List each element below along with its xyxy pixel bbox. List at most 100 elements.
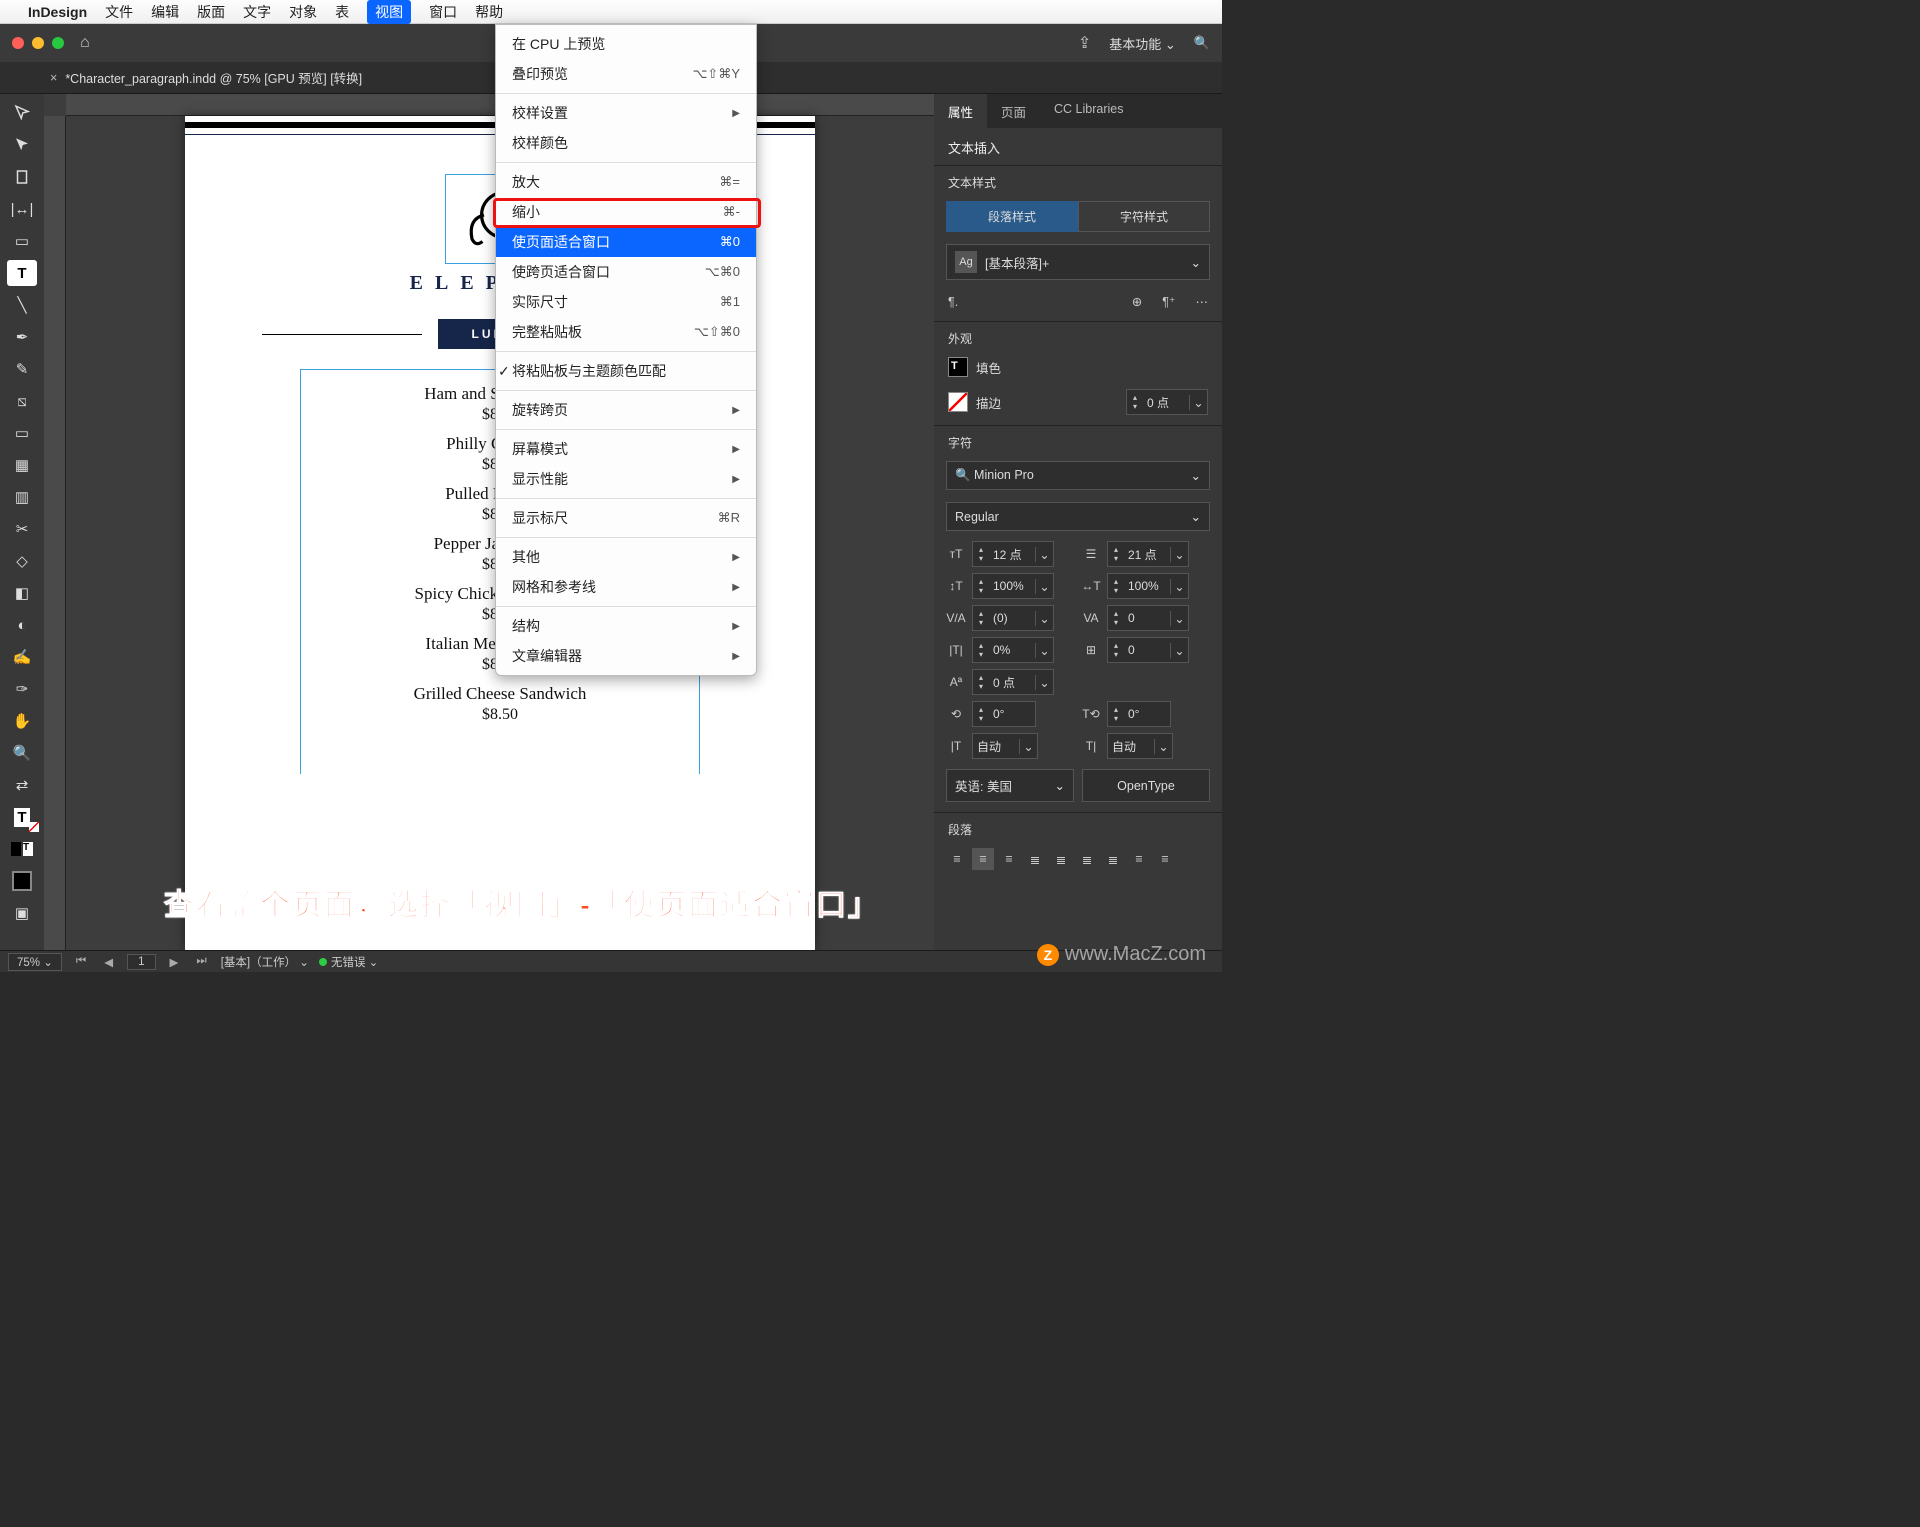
opentype-button[interactable]: OpenType [1082,769,1210,802]
more-options-icon[interactable]: ⋯ [1196,294,1209,309]
view-menu-item[interactable]: 网格和参考线 [496,572,756,602]
pen-tool[interactable]: ✒ [7,324,37,350]
align-right-icon[interactable]: ≡ [998,848,1020,870]
view-menu-item[interactable]: 屏幕模式 [496,434,756,464]
justify-center-icon[interactable]: ≣ [1050,848,1072,870]
rotate-field[interactable]: ▴▾ [972,701,1036,727]
free-transform-tool[interactable]: ◇ [7,548,37,574]
view-menu-item[interactable]: 校样设置 [496,98,756,128]
align-away-spine-icon[interactable]: ≡ [1154,848,1176,870]
content-collector-tool[interactable]: ▭ [7,228,37,254]
view-menu-item[interactable]: 在 CPU 上预览 [496,29,756,59]
align-toward-spine-icon[interactable]: ≡ [1128,848,1150,870]
next-page-button[interactable]: ▶ [166,955,183,969]
character-style-tab[interactable]: 字符样式 [1078,201,1210,232]
language-dropdown[interactable]: 英语: 美国⌄ [946,769,1074,802]
close-window-button[interactable] [12,37,24,49]
menu-file[interactable]: 文件 [105,2,133,22]
format-text-icon[interactable]: T [7,804,37,830]
type-tool[interactable]: T [7,260,37,286]
minimize-window-button[interactable] [32,37,44,49]
menu-help[interactable]: 帮助 [475,2,503,22]
grid2-tool[interactable]: ▥ [7,484,37,510]
gradient-swatch-tool[interactable]: ◧ [7,580,37,606]
status-profile[interactable]: [基本]（工作） ⌄ [221,954,309,970]
view-menu-item[interactable]: 实际尺寸⌘1 [496,287,756,317]
stroke-swatch[interactable] [948,392,968,412]
justify-left-icon[interactable]: ≣ [1024,848,1046,870]
auto2-field[interactable]: ⌄ [1107,733,1173,759]
app-name[interactable]: InDesign [28,4,87,20]
share-icon[interactable]: ⇪ [1078,33,1091,53]
rectangle-frame-tool[interactable]: ⧅ [7,388,37,414]
direct-selection-tool[interactable] [7,132,37,158]
view-menu-item[interactable]: 显示标尺⌘R [496,503,756,533]
zoom-window-button[interactable] [52,37,64,49]
view-menu-item[interactable]: 结构 [496,611,756,641]
align-left-icon[interactable]: ≡ [946,848,968,870]
font-family-dropdown[interactable]: 🔍 Minion Pro⌄ [946,461,1210,490]
align-center-icon[interactable]: ≡ [972,848,994,870]
gap-tool[interactable]: |↔| [7,196,37,222]
hscale-field[interactable]: ▴▾⌄ [1107,573,1189,599]
view-menu-item[interactable]: 显示性能 [496,464,756,494]
prev-page-button[interactable]: ◀ [100,955,117,969]
scissors-tool[interactable]: ✂ [7,516,37,542]
pencil-tool[interactable]: ✎ [7,356,37,382]
hand-tool[interactable]: ✋ [7,708,37,734]
preflight-status[interactable]: 无错误 ⌄ [319,954,378,970]
view-menu-item[interactable]: 文章编辑器 [496,641,756,671]
document-tab[interactable]: × *Character_paragraph.indd @ 75% [GPU 预… [50,68,362,87]
menu-view[interactable]: 视图 [367,0,411,24]
menu-type[interactable]: 文字 [243,2,271,22]
gradient-feather-tool[interactable]: ◐ [7,612,37,638]
menu-edit[interactable]: 编辑 [151,2,179,22]
vscale-field[interactable]: ▴▾⌄ [972,573,1054,599]
auto1-field[interactable]: ⌄ [972,733,1038,759]
font-weight-dropdown[interactable]: Regular⌄ [946,502,1210,531]
search-icon[interactable]: 🔍 [1194,35,1210,51]
line-tool[interactable]: ╲ [7,292,37,318]
current-style-dropdown[interactable]: Ag[基本段落]+ ⌄ [946,244,1210,280]
last-page-button[interactable]: ⏭ [192,955,210,968]
menu-window[interactable]: 窗口 [429,2,457,22]
menu-layout[interactable]: 版面 [197,2,225,22]
skew-field[interactable]: ▴▾⌄ [1107,637,1189,663]
tab-pages[interactable]: 页面 [987,94,1040,128]
stroke-weight-field[interactable]: ▴▾⌄ [1126,389,1208,415]
note-tool[interactable]: ✍ [7,644,37,670]
page-number-field[interactable]: 1 [127,954,155,970]
rectangle-tool[interactable]: ▭ [7,420,37,446]
view-menu-item[interactable]: 使跨页适合窗口⌥⌘0 [496,257,756,287]
page-tool[interactable] [7,164,37,190]
home-icon[interactable]: ⌂ [80,34,90,52]
view-menu-item[interactable]: 将粘贴板与主题颜色匹配 [496,356,756,386]
menu-object[interactable]: 对象 [289,2,317,22]
clear-override-icon[interactable]: ¶⁺ [1162,294,1175,309]
first-page-button[interactable]: ⏮ [72,955,90,968]
leading-field[interactable]: ▴▾⌄ [1107,541,1189,567]
menu-table[interactable]: 表 [335,2,349,22]
char-rotate-field[interactable]: ▴▾ [1107,701,1171,727]
shift-field[interactable]: ▴▾⌄ [972,669,1054,695]
tracking-field[interactable]: ▴▾⌄ [1107,605,1189,631]
default-fill-stroke[interactable] [7,868,37,894]
apply-color-icon[interactable]: T [7,836,37,862]
view-menu-item[interactable]: 放大⌘= [496,167,756,197]
eyedropper-tool[interactable]: ✑ [7,676,37,702]
screen-mode-icon[interactable]: ▣ [7,900,37,926]
workspace-switcher[interactable]: 基本功能 ⌄ [1109,34,1176,53]
new-style-icon[interactable]: ⊕ [1132,294,1142,309]
zoom-tool[interactable]: 🔍 [7,740,37,766]
view-menu-item[interactable]: 校样颜色 [496,128,756,158]
fill-stroke-swap[interactable]: ⇄ [7,772,37,798]
baseline-field[interactable]: ▴▾⌄ [972,637,1054,663]
ruler-vertical[interactable] [44,116,66,950]
grid-tool[interactable]: ▦ [7,452,37,478]
view-menu-item[interactable]: 其他 [496,542,756,572]
justify-all-icon[interactable]: ≣ [1102,848,1124,870]
zoom-level-field[interactable]: 75% ⌄ [8,953,62,971]
close-tab-icon[interactable]: × [50,71,57,85]
kerning-field[interactable]: ▴▾⌄ [972,605,1054,631]
font-size-field[interactable]: ▴▾⌄ [972,541,1054,567]
